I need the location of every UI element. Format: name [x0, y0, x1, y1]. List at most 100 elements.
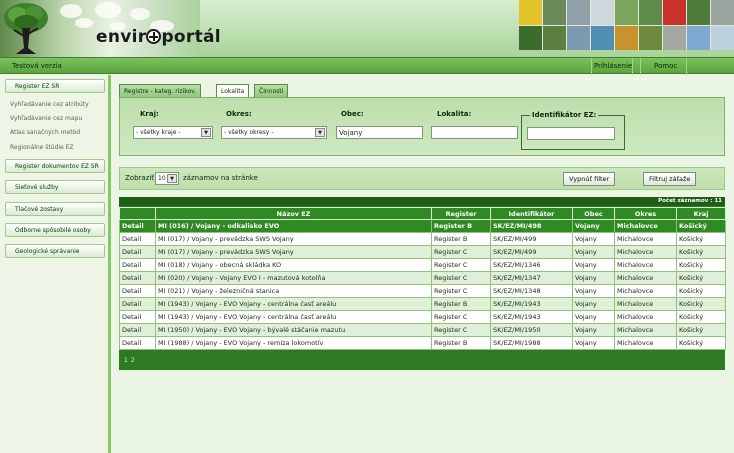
ez-identifier-input[interactable] — [527, 127, 615, 140]
cell-kraj: Košický — [676, 323, 726, 337]
apply-filter-button[interactable]: Filtruj záťaže — [643, 172, 697, 186]
column-header-detail — [119, 207, 156, 220]
flower-thumb — [687, 25, 710, 50]
lokalita-input[interactable] — [431, 126, 518, 139]
filter-off-button[interactable]: Vypnúť filter — [563, 172, 616, 186]
table-row[interactable]: Detail MI (017) / Vojany - prevádzka SWS … — [119, 232, 726, 246]
cell-name: MI (1943) / Vojany - EVO Vojany - centrá… — [155, 310, 432, 324]
sidebar-subitem-attribute-search[interactable]: Vyhľadávanie cez atribúty — [10, 101, 89, 108]
wetland-thumb — [543, 0, 566, 25]
environment-label: Testová verzia — [12, 62, 62, 70]
tree-logo-icon[interactable] — [2, 2, 50, 56]
detail-link[interactable]: Detail — [119, 258, 156, 272]
detail-link[interactable]: Detail — [119, 271, 156, 285]
cell-name: MI (017) / Vojany - prevádzka SWS Vojany — [155, 232, 432, 246]
chevron-down-icon: ▼ — [201, 128, 211, 137]
table-row[interactable]: Detail MI (021) / Vojany - železničná sta… — [119, 284, 726, 298]
ez-identifier-label: Identifikátor EZ: — [530, 111, 599, 119]
table-row[interactable]: Detail MI (1950) / Vojany - EVO Vojany - … — [119, 323, 726, 337]
cell-obec: Vojany — [572, 297, 615, 311]
cell-name: MI (018) / Vojany - obecná skládka KO — [155, 258, 432, 272]
tab-cinnosti[interactable]: Činnosti — [254, 84, 289, 98]
table-row[interactable]: Detail MI (016) / Vojany - odkalisko EVO R… — [119, 219, 726, 233]
sidebar-item-qualified-persons[interactable]: Odborne spôsobilé osoby — [5, 223, 105, 237]
meadow-thumb — [615, 0, 638, 25]
tab-registers[interactable]: Registre - kateg. rizikov. — [119, 84, 202, 98]
column-header-okres[interactable]: Okres — [614, 207, 677, 220]
top-navigation-bar: Testová verzia Prihlásenie Pomoc — [0, 57, 734, 75]
water-thumb — [591, 25, 614, 50]
detail-link[interactable]: Detail — [119, 297, 156, 311]
detail-link[interactable]: Detail — [119, 284, 156, 298]
cell-obec: Vojany — [572, 232, 615, 246]
column-header-obec[interactable]: Obec — [572, 207, 615, 220]
pagination: 12 — [119, 353, 725, 370]
kraj-select[interactable]: - všetky kraje - ▼ — [133, 126, 213, 139]
sidebar: Register EZ SR Vyhľadávanie cez atribúty… — [0, 75, 111, 453]
site-logo-text[interactable]: envir portál — [96, 27, 221, 47]
beetle-thumb — [543, 25, 566, 50]
field-thumb — [519, 25, 542, 50]
table-row[interactable]: Detail MI (1988) / Vojany - EVO Vojany - … — [119, 336, 726, 350]
column-header-kraj[interactable]: Kraj — [676, 207, 726, 220]
cell-register: Register B — [431, 297, 491, 311]
cell-identifier: SK/EZ/MI/1347 — [490, 271, 573, 285]
sidebar-item-geological-reports[interactable]: Geologické správanie — [5, 244, 105, 258]
page-size-select[interactable]: 10 ▼ — [155, 172, 179, 185]
cell-okres: Michalovce — [614, 232, 677, 246]
sidebar-item-register-ez[interactable]: Register EZ SR — [5, 79, 105, 93]
detail-link[interactable]: Detail — [119, 219, 156, 233]
cell-identifier: SK/EZ/MI/1348 — [490, 284, 573, 298]
login-link[interactable]: Prihlásenie — [594, 62, 632, 70]
detail-link[interactable]: Detail — [119, 323, 156, 337]
column-header-register[interactable]: Register — [431, 207, 491, 220]
city-thumb — [567, 25, 590, 50]
table-row[interactable]: Detail MI (018) / Vojany - obecná skládka… — [119, 258, 726, 272]
detail-link[interactable]: Detail — [119, 232, 156, 246]
chevron-down-icon: ▼ — [167, 174, 177, 183]
eye-thumb — [711, 0, 734, 25]
okres-select[interactable]: - všetky okresy - ▼ — [221, 126, 327, 139]
cell-kraj: Košický — [676, 219, 726, 233]
cell-okres: Michalovce — [614, 323, 677, 337]
sidebar-subitem-map-search[interactable]: Vyhľadávanie cez mapu — [10, 115, 82, 122]
page-link[interactable]: 1 — [124, 357, 128, 364]
sidebar-item-print-reports[interactable]: Tlačové zostavy — [5, 202, 105, 216]
page-link[interactable]: 2 — [131, 357, 135, 364]
globe-icon — [146, 29, 162, 44]
column-header-name[interactable]: Názov EZ — [155, 207, 432, 220]
sidebar-subitem-remediation-atlas[interactable]: Atlas sanačných metód — [10, 129, 80, 136]
help-link[interactable]: Pomoc — [654, 62, 677, 70]
show-label: Zobraziť — [125, 174, 155, 182]
table-row[interactable]: Detail MI (020) / Vojany - Vojany EVO I -… — [119, 271, 726, 285]
obec-label: Obec: — [341, 110, 364, 118]
table-row[interactable]: Detail MI (017) / Vojany - prevádzka SWS … — [119, 245, 726, 259]
cell-obec: Vojany — [572, 310, 615, 324]
table-row[interactable]: Detail MI (1943) / Vojany - EVO Vojany - … — [119, 297, 726, 311]
cell-identifier: SK/EZ/MI/499 — [490, 245, 573, 259]
kraj-label: Kraj: — [140, 110, 159, 118]
sidebar-item-register-documents[interactable]: Register dokumentov EZ SR — [5, 159, 105, 173]
detail-link[interactable]: Detail — [119, 336, 156, 350]
cell-identifier: SK/EZ/MI/1950 — [490, 323, 573, 337]
obec-input[interactable]: Vojany — [336, 126, 423, 139]
cell-name: MI (017) / Vojany - prevádzka SWS Vojany — [155, 245, 432, 259]
cell-name: MI (016) / Vojany - odkalisko EVO — [155, 219, 432, 233]
cell-register: Register C — [431, 310, 491, 324]
results-table: Názov EZ Register Identifikátor Obec Okr… — [119, 207, 726, 350]
cell-obec: Vojany — [572, 284, 615, 298]
record-count: Počet záznamov : 11 — [119, 197, 725, 206]
sky-thumb — [711, 25, 734, 50]
cell-register: Register B — [431, 219, 491, 233]
cell-identifier: SK/EZ/MI/1346 — [490, 258, 573, 272]
table-row[interactable]: Detail MI (1943) / Vojany - EVO Vojany - … — [119, 310, 726, 324]
sidebar-item-network-services[interactable]: Sieťové služby — [5, 180, 105, 194]
results-table-panel: Počet záznamov : 11 Názov EZ Register Id… — [119, 197, 726, 370]
column-header-identifier[interactable]: Identifikátor — [490, 207, 573, 220]
detail-link[interactable]: Detail — [119, 310, 156, 324]
detail-link[interactable]: Detail — [119, 245, 156, 259]
cell-obec: Vojany — [572, 245, 615, 259]
sidebar-subitem-regional-studies[interactable]: Regionálne štúdie EZ — [10, 144, 74, 151]
cell-kraj: Košický — [676, 232, 726, 246]
cell-kraj: Košický — [676, 297, 726, 311]
